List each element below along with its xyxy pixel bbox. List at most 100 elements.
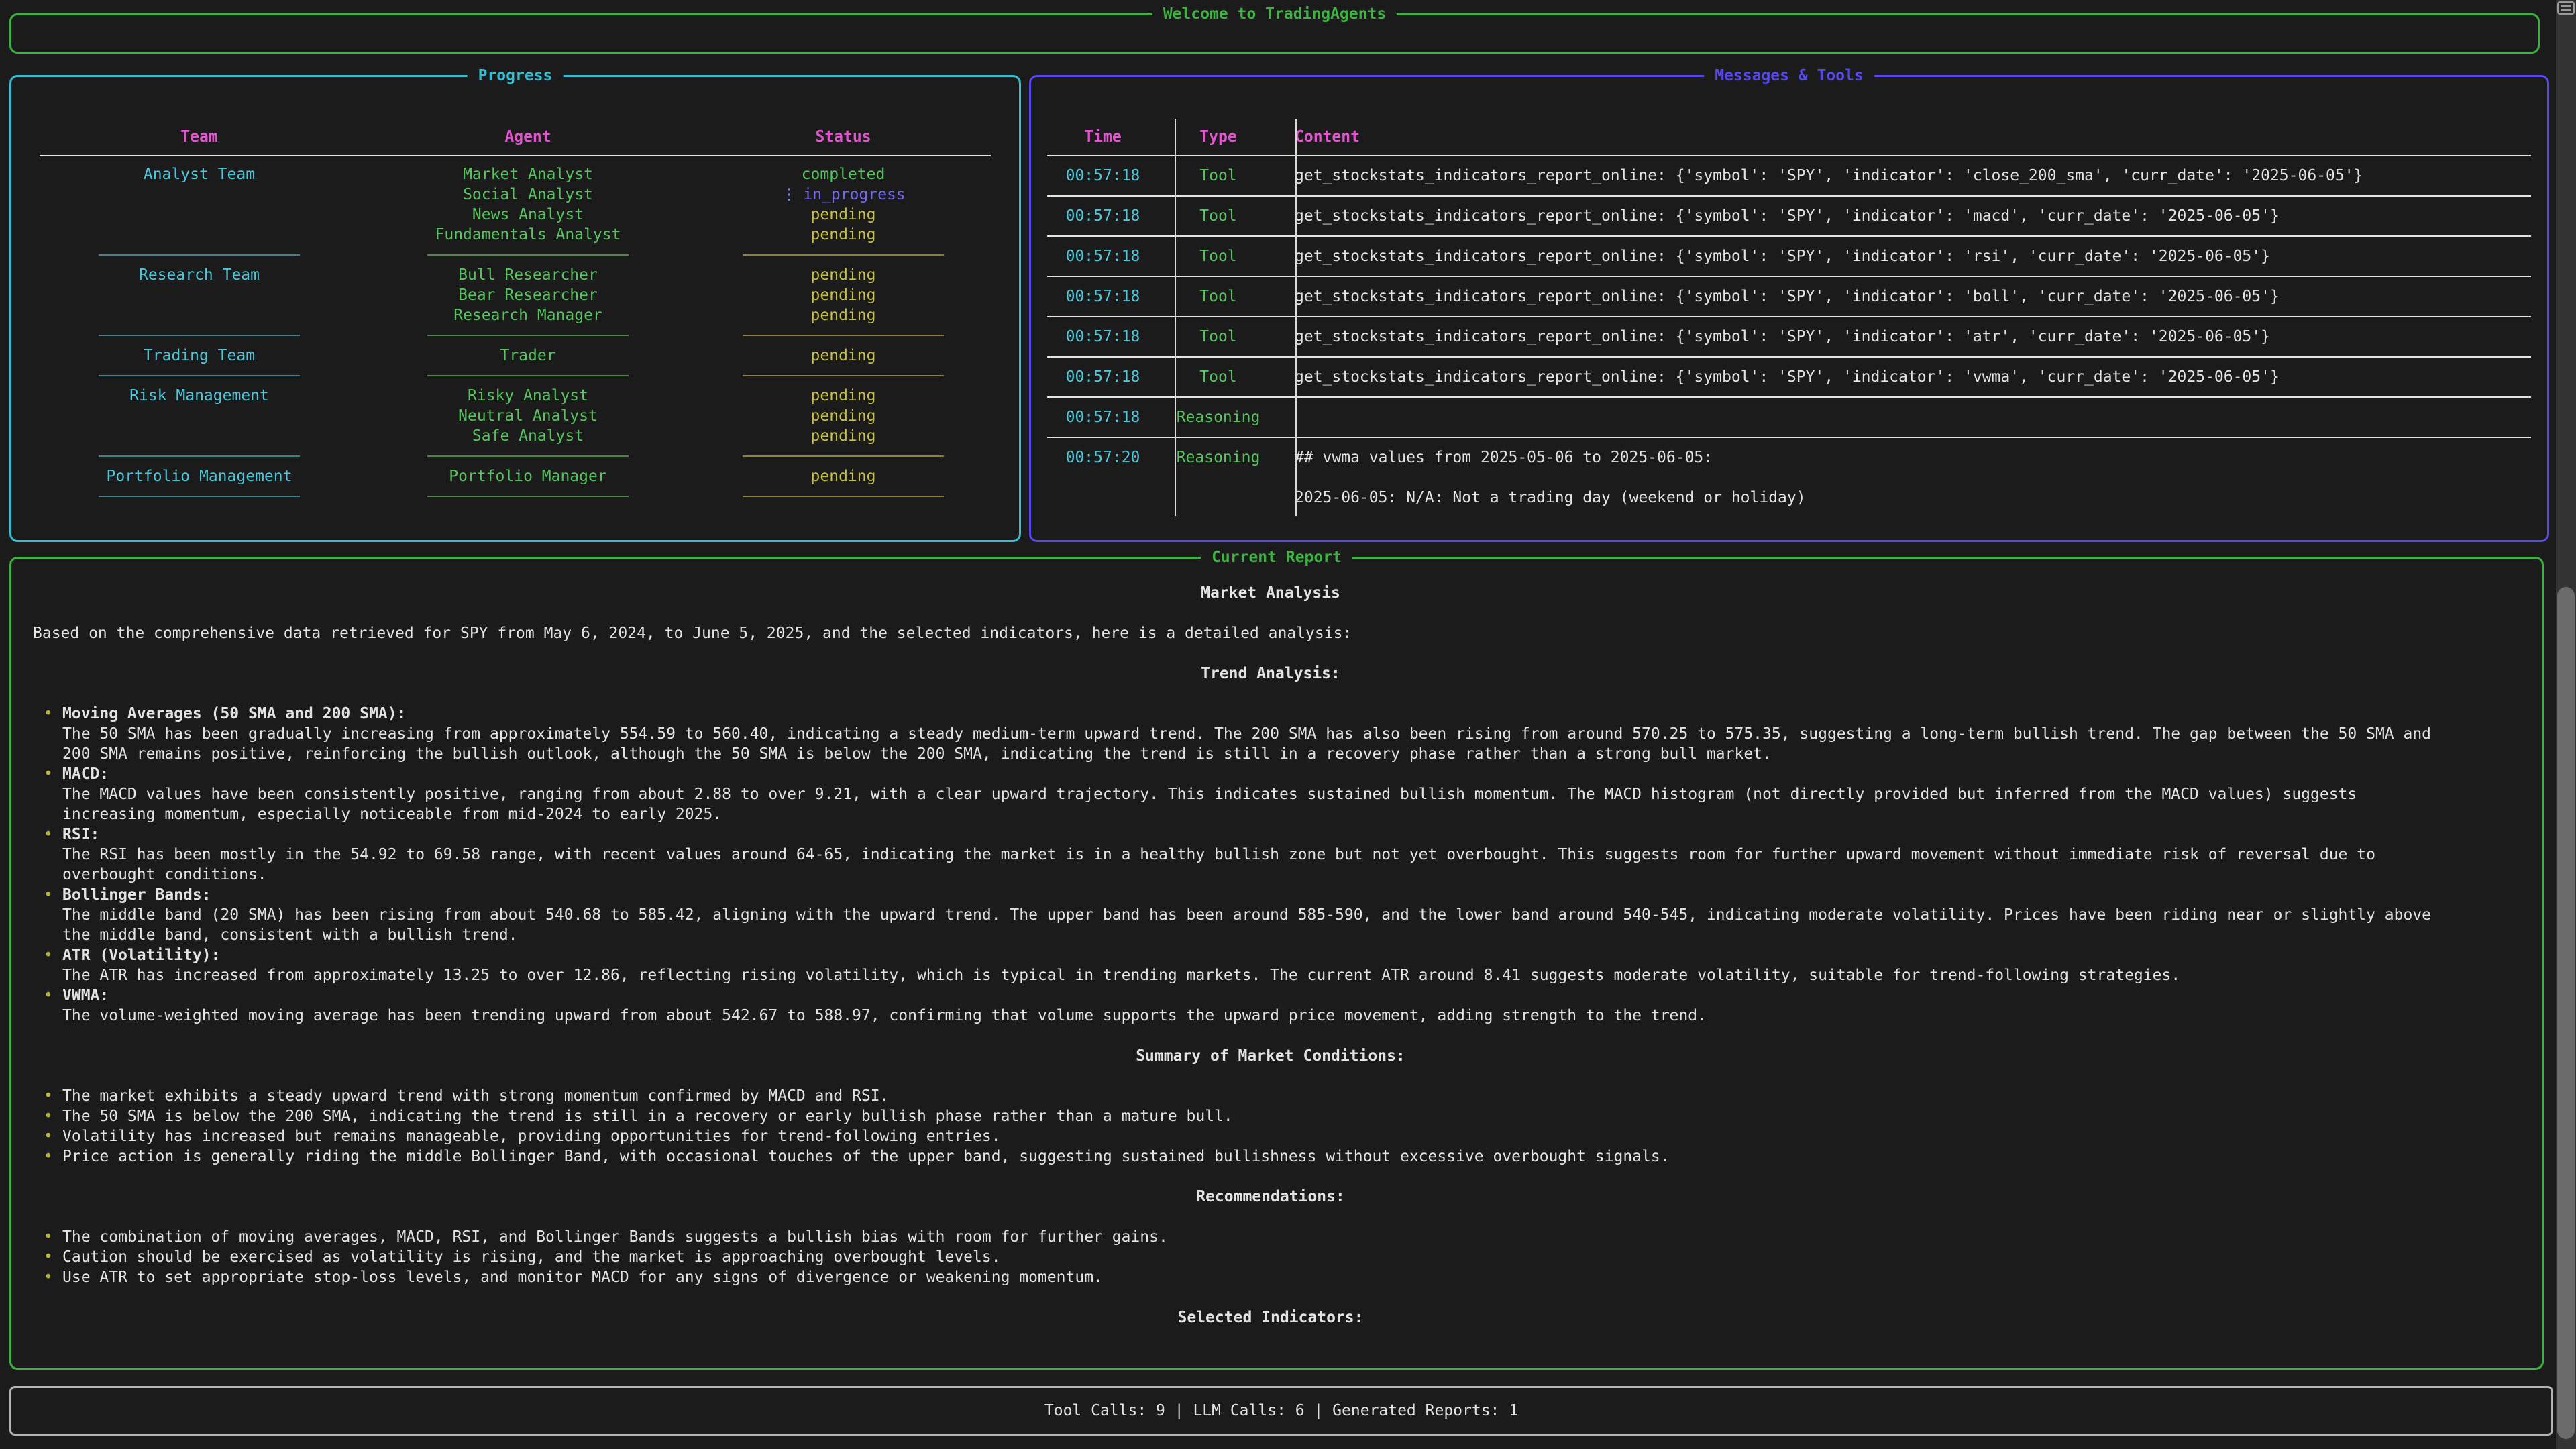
content-cell: get_stockstats_indicators_report_online:… bbox=[1278, 286, 2531, 307]
bullet-icon: • bbox=[44, 885, 53, 905]
progress-row: Analyst TeamMarket Analyst completed bbox=[11, 164, 1019, 184]
section-heading: Summary of Market Conditions: bbox=[33, 1046, 2508, 1066]
status-cell: pending bbox=[696, 205, 991, 225]
bullet-icon: • bbox=[44, 1146, 53, 1167]
report-bullet: • The combination of moving averages, MAC… bbox=[33, 1227, 2455, 1247]
progress-row: Risk ManagementRisky Analystpending bbox=[11, 386, 1019, 406]
team-cell bbox=[38, 205, 360, 225]
status-text: pending bbox=[811, 468, 876, 485]
bullet-icon: • bbox=[44, 985, 53, 1006]
content-cell: get_stockstats_indicators_report_online:… bbox=[1278, 206, 2531, 226]
column-header-time: Time bbox=[1047, 127, 1159, 147]
progress-row: Trading TeamTraderpending bbox=[11, 345, 1019, 366]
report-bullet: •RSI:The RSI has been mostly in the 54.9… bbox=[33, 824, 2455, 885]
time-cell: 00:57:20 bbox=[1047, 447, 1159, 508]
bullet-text: The market exhibits a steady upward tren… bbox=[62, 1086, 2455, 1106]
messages-table-header: Time Type Content bbox=[1031, 127, 2547, 147]
bullet-icon: • bbox=[44, 1267, 53, 1287]
column-header-agent: Agent bbox=[360, 127, 696, 147]
message-row: 00:57:18Toolget_stockstats_indicators_re… bbox=[1031, 327, 2547, 347]
progress-row: Portfolio ManagementPortfolio Managerpen… bbox=[11, 466, 1019, 486]
bullet-text: Volatility has increased but remains man… bbox=[62, 1126, 2455, 1146]
status-text: pending bbox=[811, 286, 876, 304]
content-cell: get_stockstats_indicators_report_online:… bbox=[1278, 327, 2531, 347]
column-divider bbox=[1295, 119, 1297, 516]
report-bullet: •Price action is generally riding the mi… bbox=[33, 1146, 2455, 1167]
type-cell: Reasoning bbox=[1159, 447, 1278, 508]
progress-table: Team Agent Status Analyst TeamMarket Ana… bbox=[11, 77, 1019, 506]
bullet-text: The volume-weighted moving average has b… bbox=[62, 1006, 2455, 1026]
report-bullet: •ATR (Volatility):The ATR has increased … bbox=[33, 945, 2455, 985]
bullet-text: The ATR has increased from approximately… bbox=[62, 965, 2455, 985]
report-bullet: • Volatility has increased but remains ma… bbox=[33, 1126, 2455, 1146]
type-cell: Tool bbox=[1159, 327, 1278, 347]
report-bullet: •Caution should be exercised as volatili… bbox=[33, 1247, 2455, 1267]
status-cell: pending bbox=[696, 386, 991, 406]
bullet-label: Bollinger Bands: bbox=[62, 885, 2455, 905]
progress-panel: Progress Team Agent Status Analyst TeamM… bbox=[9, 75, 1021, 542]
team-cell bbox=[38, 285, 360, 305]
status-cell: completed bbox=[696, 164, 991, 184]
agent-cell: Neutral Analyst bbox=[360, 406, 696, 426]
team-cell bbox=[38, 305, 360, 325]
type-cell: Tool bbox=[1159, 367, 1278, 387]
type-cell: Reasoning bbox=[1159, 407, 1278, 427]
time-cell: 00:57:18 bbox=[1047, 367, 1159, 387]
status-text: pending bbox=[811, 206, 876, 223]
message-rows: 00:57:18Toolget_stockstats_indicators_re… bbox=[1031, 166, 2547, 508]
bullet-text: Use ATR to set appropriate stop-loss lev… bbox=[62, 1267, 2455, 1287]
team-cell: Analyst Team bbox=[38, 164, 360, 184]
header-separator bbox=[40, 155, 991, 156]
status-cell: pending bbox=[696, 305, 991, 325]
section-heading: Recommendations: bbox=[33, 1187, 2508, 1207]
column-divider bbox=[1175, 119, 1176, 516]
status-bar-text: Tool Calls: 9 | LLM Calls: 6 | Generated… bbox=[1044, 1401, 1518, 1421]
agent-cell: Safe Analyst bbox=[360, 426, 696, 446]
progress-row: Research Managerpending bbox=[11, 305, 1019, 325]
progress-row: Bear Researcherpending bbox=[11, 285, 1019, 305]
bullet-icon: • bbox=[44, 945, 53, 965]
time-cell: 00:57:18 bbox=[1047, 286, 1159, 307]
status-cell: ⋮in_progress bbox=[696, 184, 991, 205]
agent-cell: Social Analyst bbox=[360, 184, 696, 205]
bullet-label: Moving Averages (50 SMA and 200 SMA): bbox=[62, 704, 2455, 724]
message-row: 00:57:18Toolget_stockstats_indicators_re… bbox=[1031, 246, 2547, 266]
spinner-icon: ⋮ bbox=[781, 186, 796, 203]
row-separator bbox=[1047, 396, 2531, 398]
message-row: 00:57:20Reasoning## vwma values from 202… bbox=[1031, 447, 2547, 508]
header-separator bbox=[1047, 155, 2531, 156]
status-cell: pending bbox=[696, 265, 991, 285]
report-panel-title: Current Report bbox=[1201, 547, 1352, 568]
team-cell: Portfolio Management bbox=[38, 466, 360, 486]
team-separator-row bbox=[11, 366, 1019, 386]
bullet-icon: • bbox=[44, 1126, 53, 1146]
bullet-text: The MACD values have been consistently p… bbox=[62, 784, 2455, 824]
row-separator bbox=[1047, 195, 2531, 197]
scrollbar-thumb[interactable] bbox=[2557, 587, 2575, 1439]
bullet-text: The combination of moving averages, MACD… bbox=[62, 1227, 2455, 1247]
agent-cell: Fundamentals Analyst bbox=[360, 225, 696, 245]
agent-cell: Market Analyst bbox=[360, 164, 696, 184]
team-separator-row bbox=[11, 446, 1019, 466]
bullet-list: • The combination of moving averages, MAC… bbox=[33, 1227, 2508, 1287]
bullet-icon: • bbox=[44, 1227, 53, 1247]
content-cell bbox=[1278, 407, 2531, 427]
row-separator bbox=[1047, 356, 2531, 358]
column-header-status: Status bbox=[696, 127, 991, 147]
report-bullet: •The market exhibits a steady upward tre… bbox=[33, 1086, 2455, 1106]
progress-rows: Analyst TeamMarket Analyst completed Socia… bbox=[11, 164, 1019, 506]
report-bullet: •MACD:The MACD values have been consiste… bbox=[33, 764, 2455, 824]
time-cell: 00:57:18 bbox=[1047, 246, 1159, 266]
message-row: 00:57:18Toolget_stockstats_indicators_re… bbox=[1031, 206, 2547, 226]
bullet-text: The 50 SMA has been gradually increasing… bbox=[62, 724, 2455, 764]
bullet-icon: • bbox=[44, 704, 53, 724]
row-separator bbox=[1047, 316, 2531, 317]
status-cell: pending bbox=[696, 406, 991, 426]
row-separator bbox=[1047, 235, 2531, 237]
team-cell: Trading Team bbox=[38, 345, 360, 366]
status-text: completed bbox=[802, 166, 885, 183]
scrollbar-menu-icon[interactable] bbox=[2557, 1, 2575, 15]
scrollbar-track[interactable] bbox=[2556, 0, 2576, 1449]
bullet-text: The middle band (20 SMA) has been rising… bbox=[62, 905, 2455, 945]
status-text: pending bbox=[811, 347, 876, 364]
